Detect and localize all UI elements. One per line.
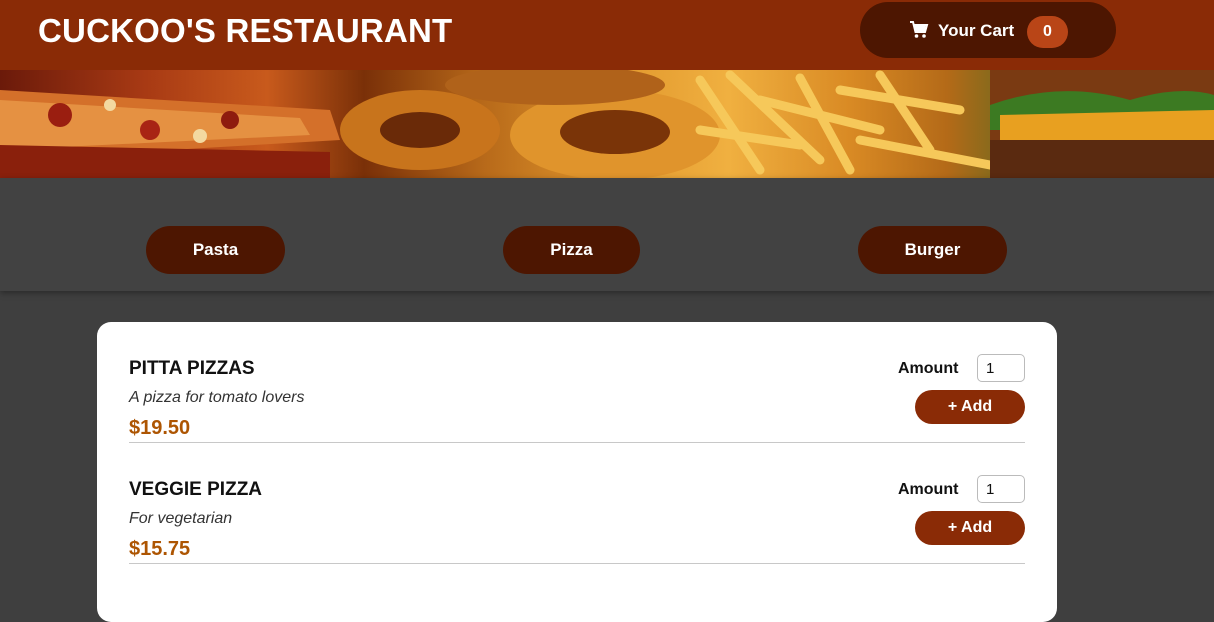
meal-price: $15.75: [129, 538, 191, 560]
meal-name: VEGGIE PIZZA: [129, 479, 263, 500]
amount-label: Amount: [898, 481, 959, 498]
restaurant-title: CUCKOO'S RESTAURANT: [38, 12, 453, 49]
meals-card: PITTA PIZZAS A pizza for tomato lovers $…: [97, 322, 1057, 622]
category-pasta-button[interactable]: Pasta: [146, 226, 285, 274]
amount-label: Amount: [898, 360, 959, 377]
food-banner-illustration: [0, 70, 1214, 178]
hero-banner-image: [0, 70, 1214, 178]
meal-price: $19.50: [129, 417, 191, 439]
amount-input[interactable]: [977, 354, 1025, 382]
meal-item: PITTA PIZZAS A pizza for tomato lovers $…: [129, 322, 1025, 443]
meal-description: A pizza for tomato lovers: [129, 389, 305, 406]
meal-description: For vegetarian: [129, 510, 233, 527]
header: CUCKOO'S RESTAURANT Your Cart 0: [0, 0, 1214, 70]
cart-icon: [910, 21, 929, 38]
add-to-cart-button[interactable]: + Add: [915, 390, 1025, 424]
category-pizza-button[interactable]: Pizza: [503, 226, 640, 274]
meal-name: PITTA PIZZAS: [129, 358, 255, 379]
category-burger-button[interactable]: Burger: [858, 226, 1007, 274]
amount-input[interactable]: [977, 475, 1025, 503]
cart-label: Your Cart: [938, 21, 1015, 40]
category-bar: Pasta Pizza Burger: [0, 178, 1214, 291]
cart-button[interactable]: Your Cart 0: [860, 2, 1116, 58]
meal-item: VEGGIE PIZZA For vegetarian $15.75 Amoun…: [129, 443, 1025, 564]
add-to-cart-button[interactable]: + Add: [915, 511, 1025, 545]
cart-count-badge: 0: [1027, 16, 1068, 48]
